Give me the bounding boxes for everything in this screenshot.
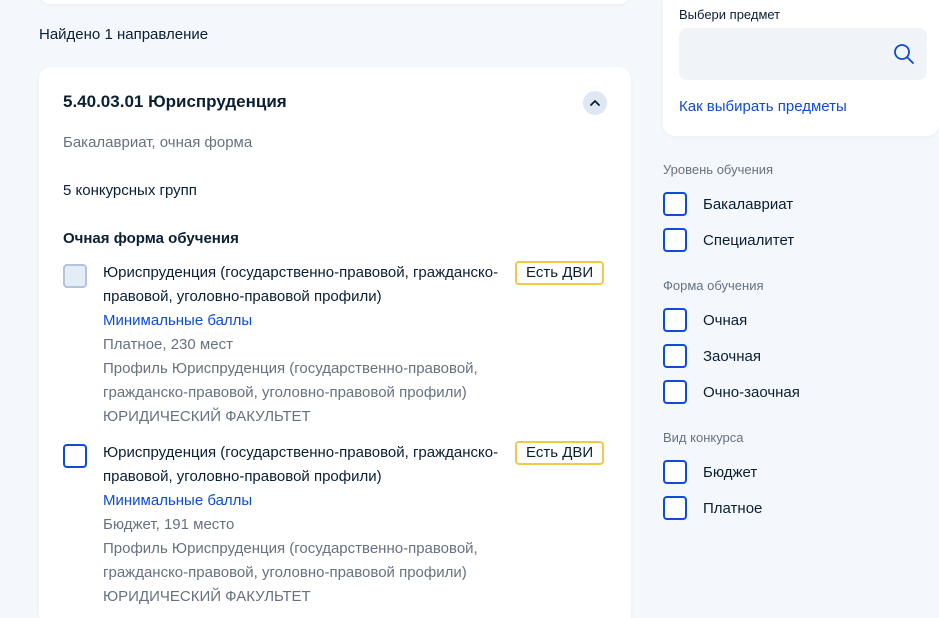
program-places: Платное, 230 мест [103,336,233,353]
program-checkbox[interactable] [63,264,87,288]
direction-subtitle: Бакалавриат, очная форма [63,134,253,151]
filter-checkbox[interactable] [663,192,687,216]
filter-option-label: Бакалавриат [703,195,794,213]
subject-input[interactable] [679,28,927,80]
filter-option-extramural[interactable]: Заочная [663,344,761,368]
how-to-choose-link[interactable]: Как выбирать предметы [679,98,847,115]
chevron-up-icon [590,100,600,106]
results-count: Найдено 1 направление [39,26,209,43]
direction-title: 5.40.03.01 Юриспруденция [63,92,287,111]
contest-filter-heading: Вид конкурса [663,430,744,445]
filter-option-label: Бюджет [703,463,758,481]
filter-checkbox[interactable] [663,460,687,484]
dvi-badge: Есть ДВИ [515,441,605,465]
search-icon[interactable] [893,43,915,65]
dvi-badge: Есть ДВИ [515,261,605,285]
program-profile: Профиль Юриспруденция (государственно-пр… [103,540,478,581]
filter-checkbox[interactable] [663,380,687,404]
filter-option-budget[interactable]: Бюджет [663,460,757,484]
filter-option-specialist[interactable]: Специалитет [663,228,794,252]
filter-option-bachelor[interactable]: Бакалавриат [663,192,793,216]
filter-option-full-time[interactable]: Очная [663,308,747,332]
filter-option-label: Заочная [703,347,761,365]
previous-card-edge [39,0,631,4]
filter-checkbox[interactable] [663,496,687,520]
filter-option-label: Очная [703,311,748,329]
program-checkbox[interactable] [63,444,87,468]
program-faculty: ЮРИДИЧЕСКИЙ ФАКУЛЬТЕТ [103,408,311,425]
filter-option-part-time[interactable]: Очно-заочная [663,380,800,404]
subject-filter-card: Выбери предмет Как выбирать предметы [663,0,939,136]
subject-label: Выбери предмет [679,7,781,22]
form-filter-heading: Форма обучения [663,278,764,293]
program-name: Юриспруденция (государственно-правовой, … [103,264,499,305]
program-profile: Профиль Юриспруденция (государственно-пр… [103,360,478,401]
filter-checkbox[interactable] [663,228,687,252]
collapse-button[interactable] [583,91,607,115]
level-filter-heading: Уровень обучения [663,162,774,177]
filter-option-label: Специалитет [703,231,795,249]
filter-checkbox[interactable] [663,344,687,368]
program-faculty: ЮРИДИЧЕСКИЙ ФАКУЛЬТЕТ [103,588,311,605]
program-name: Юриспруденция (государственно-правовой, … [103,444,499,485]
groups-count: 5 конкурсных групп [63,182,197,199]
study-form-heading: Очная форма обучения [63,230,239,247]
filter-option-paid[interactable]: Платное [663,496,762,520]
filter-option-label: Платное [703,499,763,517]
filter-option-label: Очно-заочная [703,383,800,401]
subject-search-field [679,28,927,80]
direction-card: 5.40.03.01 Юриспруденция Бакалавриат, оч… [39,67,631,618]
min-scores-link[interactable]: Минимальные баллы [103,489,503,513]
filter-checkbox[interactable] [663,308,687,332]
program-places: Бюджет, 191 место [103,516,235,533]
min-scores-link[interactable]: Минимальные баллы [103,309,503,333]
